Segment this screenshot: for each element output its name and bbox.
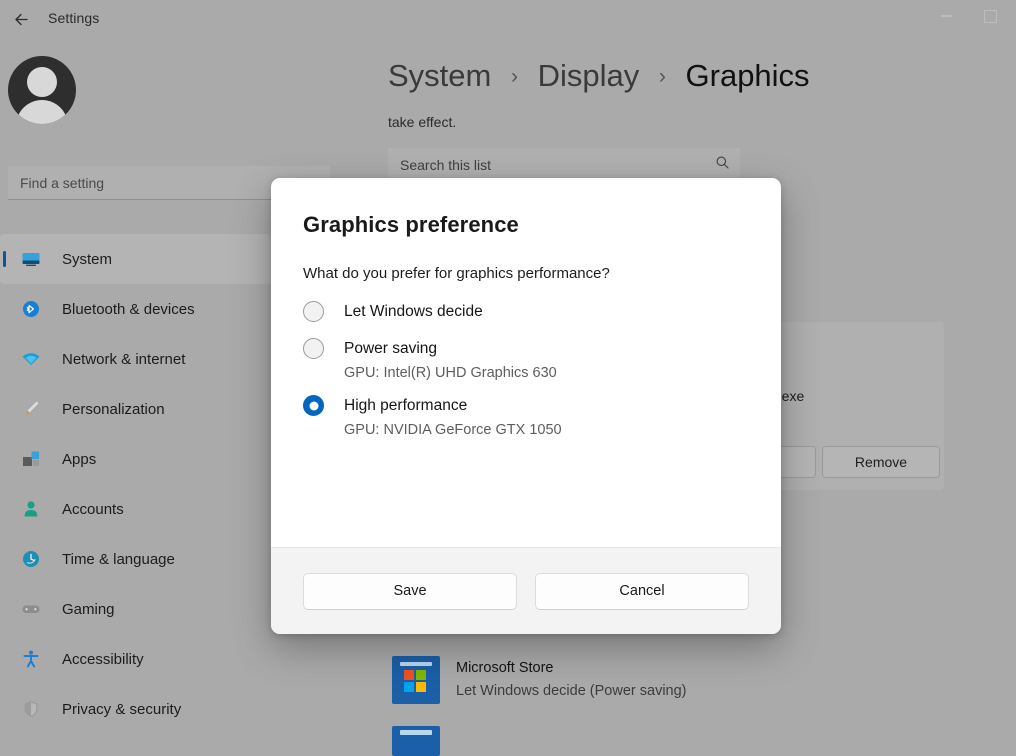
breadcrumb-item-display[interactable]: Display bbox=[538, 58, 640, 93]
sidebar-item-system[interactable]: System bbox=[0, 234, 272, 284]
sidebar-item-label: Network & internet bbox=[62, 350, 186, 368]
sidebar-item-label: Apps bbox=[62, 450, 97, 468]
avatar-body bbox=[16, 100, 68, 124]
search-icon bbox=[715, 155, 730, 175]
wifi-icon bbox=[18, 346, 44, 372]
breadcrumb-item-graphics: Graphics bbox=[685, 58, 810, 93]
person-icon bbox=[18, 496, 44, 522]
maximize-button[interactable] bbox=[968, 0, 1012, 32]
sidebar-item-label: Gaming bbox=[62, 600, 115, 618]
paintbrush-icon bbox=[18, 396, 44, 422]
dialog-title: Graphics preference bbox=[303, 212, 519, 237]
radio-option-let-windows-decide[interactable]: Let Windows decide bbox=[303, 301, 749, 322]
breadcrumb-item-system[interactable]: System bbox=[388, 58, 491, 93]
radio-label: Let Windows decide bbox=[344, 302, 483, 320]
bluetooth-icon bbox=[18, 296, 44, 322]
title-bar: Settings bbox=[0, 0, 1016, 38]
app-preference: Let Windows decide (Power saving) bbox=[456, 683, 687, 699]
breadcrumb-separator: › bbox=[510, 65, 518, 88]
save-button[interactable]: Save bbox=[303, 572, 517, 610]
radio-option-high-performance[interactable]: High performance bbox=[303, 395, 749, 416]
minimize-button[interactable] bbox=[924, 0, 968, 32]
sidebar-item-label: Personalization bbox=[62, 400, 165, 418]
cancel-button[interactable]: Cancel bbox=[535, 572, 749, 610]
description-text: take effect. bbox=[388, 114, 457, 130]
sidebar: Find a setting System Bluetooth & device… bbox=[0, 38, 330, 735]
sidebar-item-accounts[interactable]: Accounts bbox=[0, 484, 278, 534]
sidebar-item-personalization[interactable]: Personalization bbox=[0, 384, 278, 434]
sidebar-item-privacy-security[interactable]: Privacy & security bbox=[0, 684, 278, 734]
window-title: Settings bbox=[48, 10, 100, 26]
back-button[interactable] bbox=[6, 4, 36, 34]
sidebar-item-time-language[interactable]: Time & language bbox=[0, 534, 278, 584]
avatar-head bbox=[27, 67, 57, 97]
gpu-caption: GPU: Intel(R) UHD Graphics 630 bbox=[344, 365, 557, 381]
store-shelf bbox=[400, 730, 432, 735]
dialog-question: What do you prefer for graphics performa… bbox=[303, 265, 610, 282]
sidebar-item-gaming[interactable]: Gaming bbox=[0, 584, 278, 634]
sidebar-item-label: Accessibility bbox=[62, 650, 144, 668]
sidebar-item-label: Bluetooth & devices bbox=[62, 300, 195, 318]
sidebar-item-label: Privacy & security bbox=[62, 700, 182, 718]
find-a-setting-placeholder: Find a setting bbox=[20, 174, 105, 191]
gpu-caption: GPU: NVIDIA GeForce GTX 1050 bbox=[344, 422, 562, 438]
sidebar-item-label: Accounts bbox=[62, 500, 124, 518]
breadcrumb: System › Display › Graphics bbox=[388, 58, 810, 94]
monitor-icon bbox=[18, 246, 44, 272]
shield-icon bbox=[18, 696, 44, 722]
clock-globe-icon bbox=[18, 546, 44, 572]
radio-indicator[interactable] bbox=[303, 338, 324, 359]
radio-option-power-saving[interactable]: Power saving bbox=[303, 338, 749, 359]
apps-icon bbox=[18, 446, 44, 472]
list-item-partial[interactable] bbox=[392, 726, 440, 756]
list-item[interactable]: Microsoft Store Let Windows decide (Powe… bbox=[388, 648, 944, 714]
search-this-list-placeholder: Search this list bbox=[400, 156, 492, 173]
sidebar-item-accessibility[interactable]: Accessibility bbox=[0, 634, 278, 684]
store-shelf bbox=[400, 662, 432, 666]
sidebar-nav: System Bluetooth & devices Network & int… bbox=[0, 234, 278, 734]
remove-button[interactable]: Remove bbox=[822, 446, 940, 478]
sidebar-item-label: Time & language bbox=[62, 550, 175, 568]
graphics-preference-dialog: Graphics preference What do you prefer f… bbox=[271, 178, 781, 634]
app-name: Microsoft Store bbox=[456, 660, 554, 676]
sidebar-item-bluetooth-devices[interactable]: Bluetooth & devices bbox=[0, 284, 278, 334]
dialog-body: Graphics preference What do you prefer f… bbox=[271, 178, 781, 547]
microsoft-store-icon bbox=[392, 656, 440, 704]
dialog-footer: Save Cancel bbox=[271, 547, 781, 634]
radio-indicator[interactable] bbox=[303, 395, 324, 416]
sidebar-item-apps[interactable]: Apps bbox=[0, 434, 278, 484]
windows-logo bbox=[404, 670, 426, 692]
search-this-list-input[interactable]: Search this list bbox=[388, 148, 740, 182]
sidebar-item-network-internet[interactable]: Network & internet bbox=[0, 334, 278, 384]
sidebar-item-label: System bbox=[62, 250, 113, 268]
accessibility-icon bbox=[18, 646, 44, 672]
selection-indicator bbox=[3, 251, 6, 267]
breadcrumb-separator: › bbox=[658, 65, 666, 88]
minimize-icon bbox=[940, 15, 952, 17]
radio-label: Power saving bbox=[344, 339, 438, 357]
radio-indicator[interactable] bbox=[303, 301, 324, 322]
radio-label: High performance bbox=[344, 396, 468, 414]
maximize-icon bbox=[983, 9, 997, 23]
avatar[interactable] bbox=[8, 56, 76, 124]
gamepad-icon bbox=[18, 596, 44, 622]
